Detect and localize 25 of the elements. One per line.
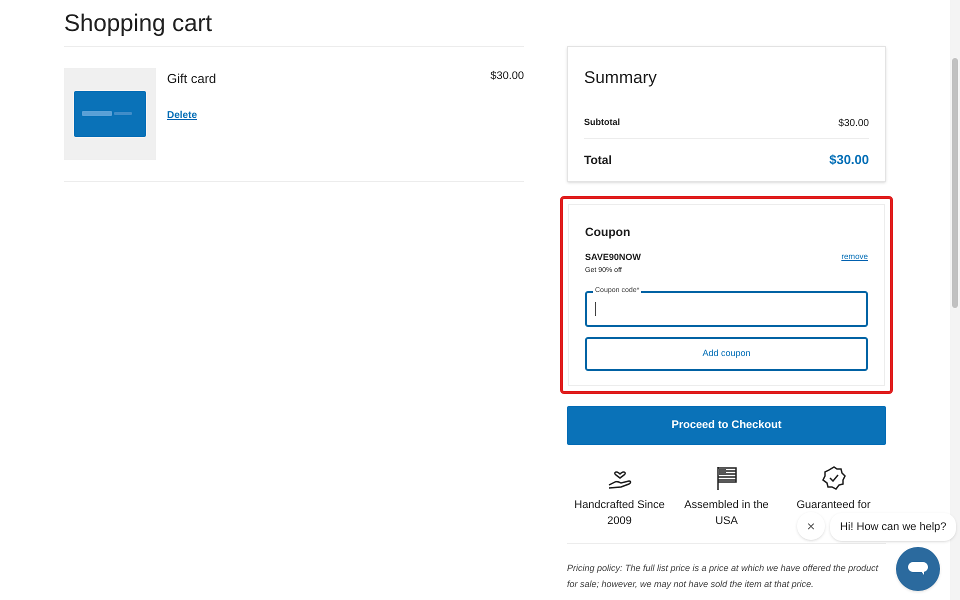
- item-name: Gift card: [167, 70, 218, 88]
- total-value: $30.00: [829, 150, 869, 169]
- chat-button[interactable]: [896, 547, 940, 591]
- subtotal-value: $30.00: [838, 116, 869, 130]
- remove-link[interactable]: remove: [841, 250, 868, 262]
- summary-title: Summary: [584, 67, 658, 89]
- coupon-title: Coupon: [585, 224, 632, 240]
- chat-close-button[interactable]: ×: [797, 512, 825, 540]
- subtotal-label: Subtotal: [584, 116, 620, 130]
- feature-label: Handcrafted Since 2009: [573, 498, 666, 528]
- chat-bubble-icon: [908, 562, 928, 576]
- delete-link[interactable]: Delete: [167, 108, 198, 122]
- feature-label: Assembled in the USA: [683, 498, 770, 528]
- checkout-button[interactable]: Proceed to Checkout: [567, 406, 886, 444]
- scrollbar[interactable]: [950, 0, 960, 600]
- add-coupon-button[interactable]: Add coupon: [585, 336, 868, 370]
- total-label: Total: [584, 152, 612, 168]
- page-title: Shopping cart: [64, 9, 214, 39]
- text-cursor: [595, 302, 596, 316]
- feature-label: Guaranteed for: [796, 498, 870, 512]
- item-price: $30.00: [490, 69, 524, 84]
- coupon-code: SAVE90NOW: [585, 250, 641, 264]
- pricing-policy: Pricing policy: The full list price is a price at which we have offered the product for sale; however, we may not have sold the item at that price.: [567, 562, 880, 591]
- chat-greeting: Hi! How can we help?: [830, 513, 956, 541]
- badge-check-icon: [820, 464, 846, 490]
